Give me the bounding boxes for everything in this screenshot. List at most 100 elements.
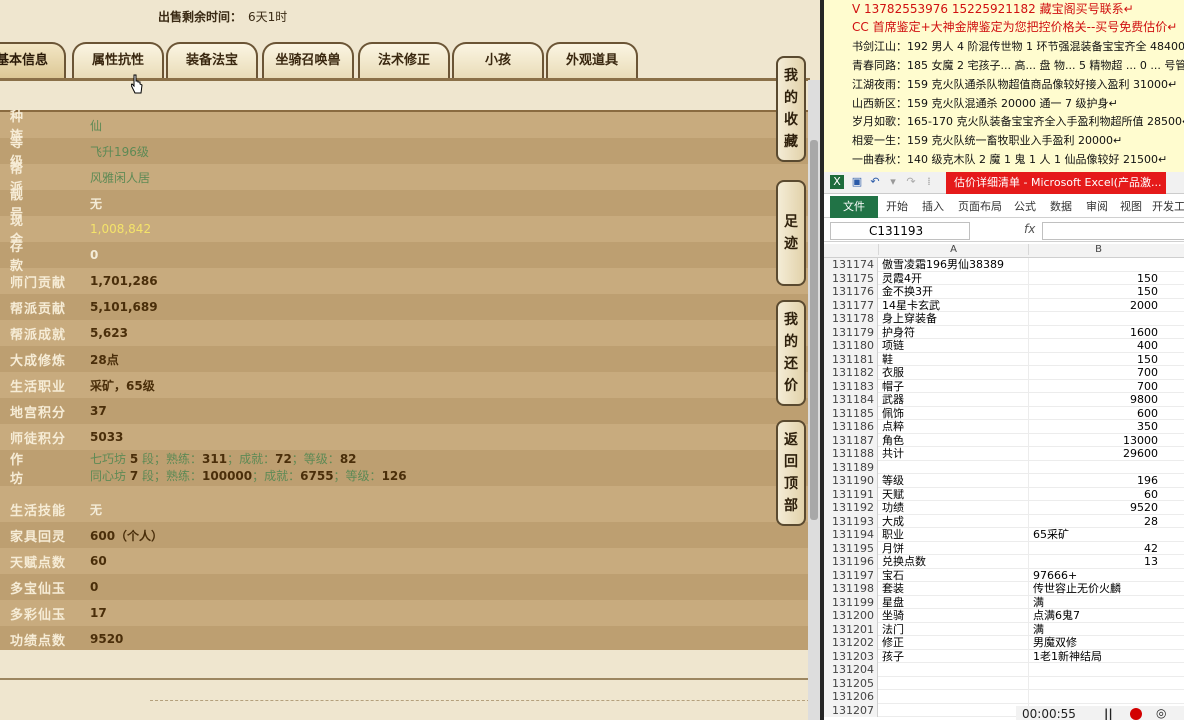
- cell-a[interactable]: 傲雪凌霜196男仙38389: [882, 258, 1028, 271]
- tab-view[interactable]: 视图: [1120, 198, 1142, 214]
- row-number[interactable]: 131176: [824, 285, 878, 299]
- cell-b[interactable]: 2000: [1028, 298, 1168, 312]
- sheet-row[interactable]: 131183 帽子 700: [824, 379, 1184, 393]
- cell-b[interactable]: 9800: [1028, 393, 1168, 407]
- row-number[interactable]: 131175: [824, 271, 878, 285]
- tab-insert[interactable]: 插入: [922, 198, 944, 214]
- cell-a[interactable]: 月饼: [882, 542, 1028, 555]
- column-a-header[interactable]: A: [878, 244, 1028, 255]
- footprints-button[interactable]: 足迹: [776, 180, 806, 286]
- row-number[interactable]: 131204: [824, 663, 878, 677]
- cell-b[interactable]: 97666+: [1028, 568, 1168, 582]
- tab-appearance[interactable]: 外观道具: [546, 42, 638, 78]
- row-number[interactable]: 131194: [824, 528, 878, 542]
- sheet-row[interactable]: 131188 共计 29600: [824, 447, 1184, 461]
- undo-icon[interactable]: ↶: [868, 175, 882, 189]
- cell-b[interactable]: 60: [1028, 487, 1168, 501]
- row-number[interactable]: 131188: [824, 447, 878, 461]
- cell-b[interactable]: 150: [1028, 352, 1168, 366]
- cell-b[interactable]: 1老1新神结局: [1028, 649, 1168, 663]
- sheet-row[interactable]: 131179 护身符 1600: [824, 325, 1184, 339]
- cell-a[interactable]: 套装: [882, 582, 1028, 595]
- row-number[interactable]: 131201: [824, 622, 878, 636]
- row-number[interactable]: 131178: [824, 312, 878, 326]
- cell-a[interactable]: 功绩: [882, 501, 1028, 514]
- cell-a[interactable]: 项链: [882, 339, 1028, 352]
- sheet-row[interactable]: 131201 法门满: [824, 622, 1184, 636]
- cell-b[interactable]: 196: [1028, 474, 1168, 488]
- cell-b[interactable]: 男魔双修: [1028, 636, 1168, 650]
- sheet-row[interactable]: 131200 坐骑 点满6鬼7: [824, 609, 1184, 623]
- back-to-top-button[interactable]: 返回顶部: [776, 420, 806, 526]
- row-number[interactable]: 131184: [824, 393, 878, 407]
- tab-basic-info[interactable]: 基本信息: [0, 42, 66, 78]
- cell-b[interactable]: 150: [1028, 271, 1168, 285]
- sheet-row[interactable]: 131194 职业 65采矿: [824, 528, 1184, 542]
- row-number[interactable]: 131192: [824, 501, 878, 515]
- row-number[interactable]: 131189: [824, 460, 878, 474]
- redo-icon[interactable]: ↷: [904, 175, 918, 189]
- sheet-row[interactable]: 131175 灵霞4开 150: [824, 271, 1184, 285]
- row-number[interactable]: 131177: [824, 298, 878, 312]
- row-number[interactable]: 131199: [824, 595, 878, 609]
- cell-a[interactable]: 坐骑: [882, 609, 1028, 622]
- tab-attributes[interactable]: 属性抗性: [72, 42, 164, 78]
- row-number[interactable]: 131187: [824, 433, 878, 447]
- cell-b[interactable]: [1028, 312, 1168, 326]
- cell-a[interactable]: 等级: [882, 474, 1028, 487]
- cell-b[interactable]: 1600: [1028, 325, 1168, 339]
- cell-b[interactable]: 9520: [1028, 501, 1168, 515]
- sheet-row[interactable]: 131205: [824, 676, 1184, 690]
- sheet-row[interactable]: 131186 点粹 350: [824, 420, 1184, 434]
- name-box[interactable]: C131193: [830, 222, 970, 240]
- sheet-row[interactable]: 131178 身上穿装备: [824, 312, 1184, 326]
- formula-input[interactable]: [1042, 222, 1184, 240]
- cell-a[interactable]: 帽子: [882, 380, 1028, 393]
- save-icon[interactable]: ▣: [850, 175, 864, 189]
- scrollbar-thumb[interactable]: [810, 140, 818, 520]
- tab-page-layout[interactable]: 页面布局: [958, 198, 1002, 214]
- sheet-row[interactable]: 131198 套装 传世容止无价火麟: [824, 582, 1184, 596]
- sheet-row[interactable]: 131189: [824, 460, 1184, 474]
- column-b-header[interactable]: B: [1028, 244, 1168, 255]
- cell-a[interactable]: 宝石: [882, 569, 1028, 582]
- tab-developer[interactable]: 开发工: [1152, 198, 1184, 214]
- cell-b[interactable]: [1028, 676, 1168, 690]
- row-number[interactable]: 131198: [824, 582, 878, 596]
- dropdown-icon[interactable]: ▾: [886, 175, 900, 189]
- cell-a[interactable]: 修正: [882, 636, 1028, 649]
- tab-mounts[interactable]: 坐骑召唤兽: [262, 42, 354, 78]
- cell-a[interactable]: 14星卡玄武: [882, 299, 1028, 312]
- row-number[interactable]: 131196: [824, 555, 878, 569]
- cell-b[interactable]: 150: [1028, 285, 1168, 299]
- cell-a[interactable]: 法门: [882, 623, 1028, 636]
- sheet-row[interactable]: 131193 大成 28: [824, 514, 1184, 528]
- sheet-row[interactable]: 131190 等级 196: [824, 474, 1184, 488]
- cell-b[interactable]: 65采矿: [1028, 528, 1168, 542]
- camera-icon[interactable]: ◎: [1156, 706, 1166, 720]
- cell-b[interactable]: 传世容止无价火麟: [1028, 582, 1168, 596]
- sheet-row[interactable]: 131187 角色 13000: [824, 433, 1184, 447]
- sheet-row[interactable]: 131196 兑换点数 13: [824, 555, 1184, 569]
- cell-b[interactable]: 600: [1028, 406, 1168, 420]
- my-counteroffer-button[interactable]: 我的还价: [776, 300, 806, 406]
- record-icon[interactable]: [1130, 708, 1142, 720]
- sheet-row[interactable]: 131180 项链 400: [824, 339, 1184, 353]
- cell-b[interactable]: 29600: [1028, 447, 1168, 461]
- sheet-row[interactable]: 131192 功绩 9520: [824, 501, 1184, 515]
- cell-a[interactable]: 佩饰: [882, 407, 1028, 420]
- row-number[interactable]: 131186: [824, 420, 878, 434]
- cell-a[interactable]: 衣服: [882, 366, 1028, 379]
- cell-b[interactable]: 点满6鬼7: [1028, 609, 1168, 623]
- cell-b[interactable]: 350: [1028, 420, 1168, 434]
- row-number[interactable]: 131185: [824, 406, 878, 420]
- sheet-row[interactable]: 131174 傲雪凌霜196男仙38389: [824, 258, 1184, 272]
- sheet-row[interactable]: 131184 武器 9800: [824, 393, 1184, 407]
- cell-a[interactable]: 天赋: [882, 488, 1028, 501]
- my-favorites-button[interactable]: 我的收藏: [776, 56, 806, 162]
- row-number[interactable]: 131190: [824, 474, 878, 488]
- sheet-row[interactable]: 131191 天赋 60: [824, 487, 1184, 501]
- customize-icon[interactable]: ⁞: [922, 175, 936, 189]
- sheet-row[interactable]: 131206: [824, 690, 1184, 704]
- function-icon[interactable]: fx: [1024, 222, 1035, 236]
